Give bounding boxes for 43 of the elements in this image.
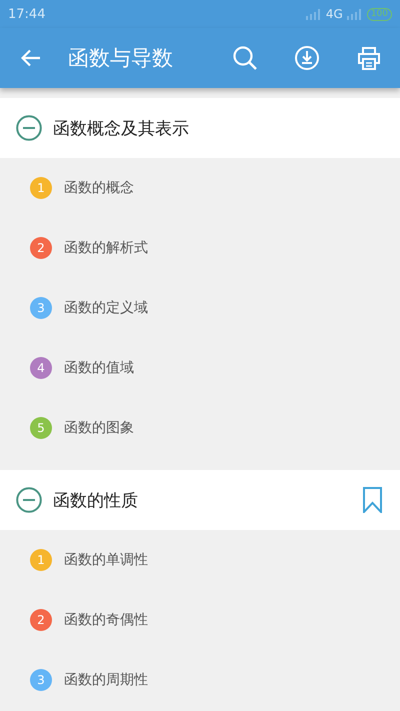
number-badge: 3 <box>30 297 52 319</box>
status-time: 17:44 <box>8 6 46 22</box>
collapse-toggle[interactable] <box>16 487 42 513</box>
number-badge: 1 <box>30 549 52 571</box>
signal-icon <box>346 8 363 20</box>
search-icon <box>232 45 258 71</box>
item-label: 函数的周期性 <box>64 671 148 689</box>
list-item[interactable]: 1 函数的概念 <box>0 158 400 218</box>
printer-icon <box>356 45 382 71</box>
item-label: 函数的概念 <box>64 179 134 197</box>
signal-icon <box>306 8 322 20</box>
section-title: 函数的性质 <box>53 490 139 512</box>
list-item[interactable]: 3 函数的定义域 <box>0 278 400 338</box>
section-header[interactable]: 函数概念及其表示 <box>0 98 400 158</box>
item-label: 函数的奇偶性 <box>64 611 148 629</box>
item-label: 函数的单调性 <box>64 551 148 569</box>
number-badge: 3 <box>30 669 52 691</box>
bookmark-icon[interactable] <box>363 487 382 513</box>
back-arrow-icon <box>21 49 41 67</box>
list-item[interactable]: 4 函数的值域 <box>0 338 400 398</box>
number-badge: 2 <box>30 609 52 631</box>
minus-circle-icon <box>16 487 42 513</box>
download-icon <box>294 45 320 71</box>
list-item[interactable]: 2 函数的奇偶性 <box>0 590 400 650</box>
list-item[interactable]: 5 函数的图象 <box>0 398 400 458</box>
minus-circle-icon <box>16 115 42 141</box>
list-item[interactable]: 3 函数的周期性 <box>0 650 400 710</box>
page-title: 函数与导数 <box>68 45 174 72</box>
item-label: 函数的定义域 <box>64 299 148 317</box>
number-badge: 5 <box>30 417 52 439</box>
number-badge: 4 <box>30 357 52 379</box>
item-label: 函数的图象 <box>64 419 134 437</box>
list-item[interactable]: 2 函数的解析式 <box>0 218 400 278</box>
section-title: 函数概念及其表示 <box>53 118 190 140</box>
collapse-toggle[interactable] <box>16 115 42 141</box>
item-label: 函数的解析式 <box>64 239 148 257</box>
section-header[interactable]: 函数的性质 <box>0 470 400 530</box>
number-badge: 1 <box>30 177 52 199</box>
item-label: 函数的值域 <box>64 359 134 377</box>
network-type: 4G <box>326 7 343 21</box>
list-item[interactable]: 1 函数的单调性 <box>0 530 400 590</box>
battery-icon: 100 <box>366 8 392 20</box>
number-badge: 2 <box>30 237 52 259</box>
